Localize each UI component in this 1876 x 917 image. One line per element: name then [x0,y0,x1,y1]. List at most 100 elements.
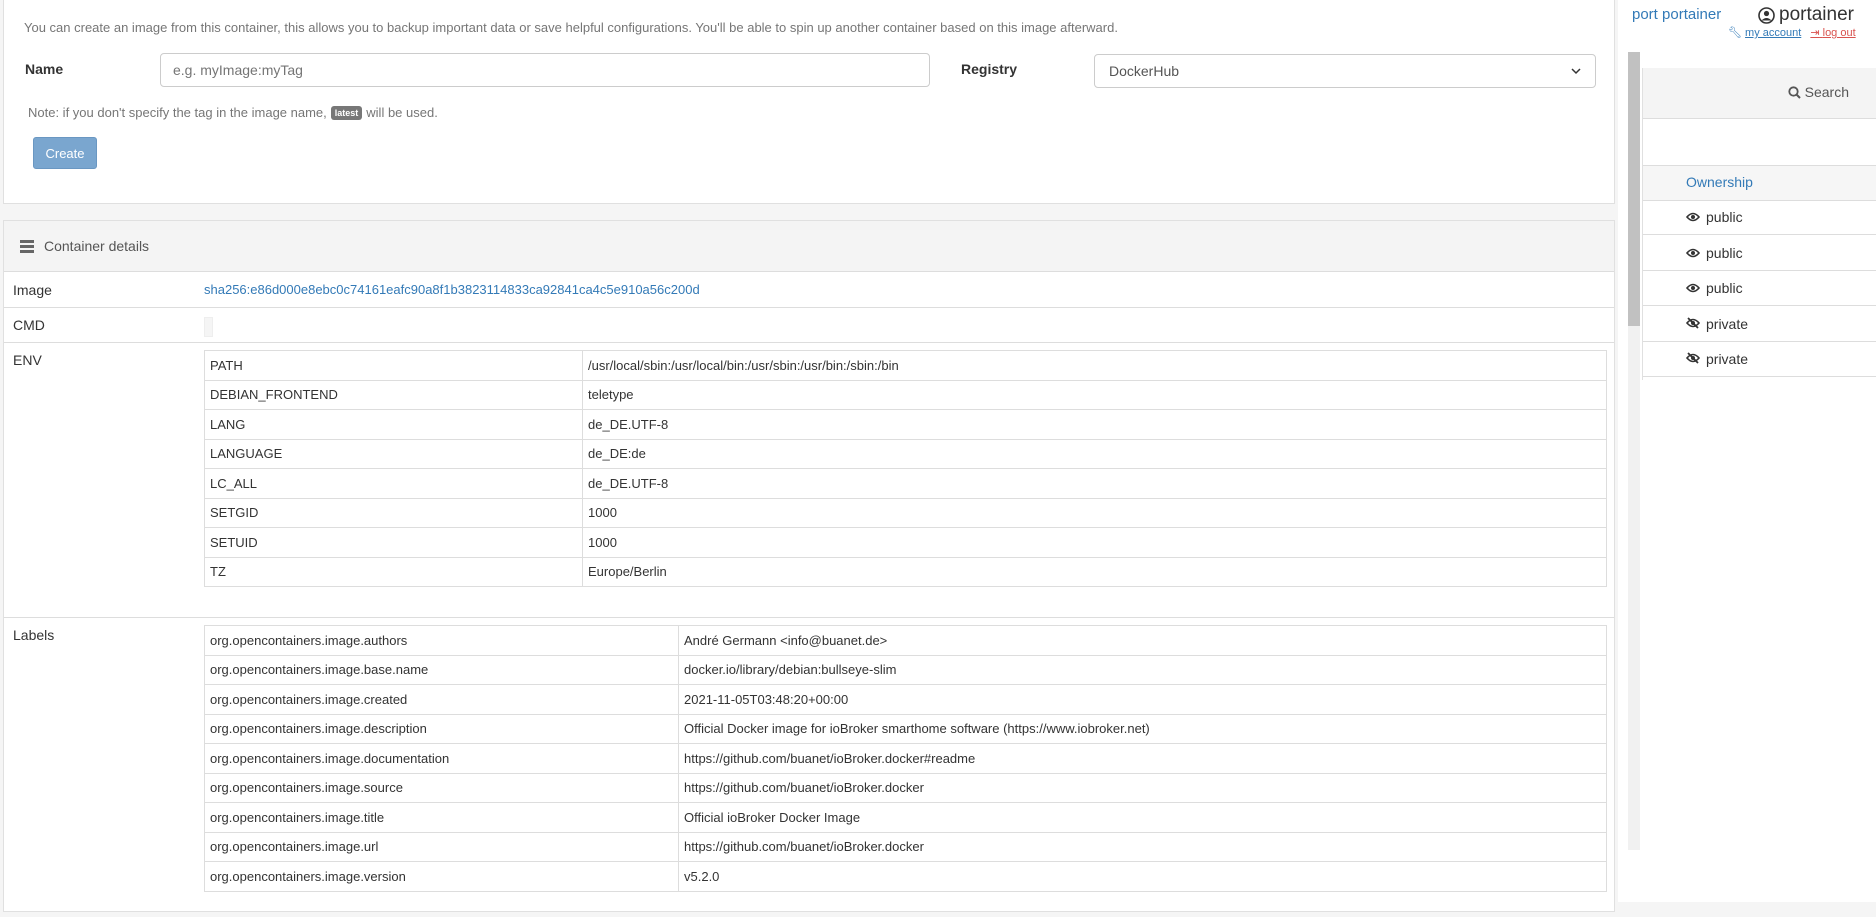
cmd-label: CMD [13,317,45,333]
env-key: LANGUAGE [204,438,583,469]
wrench-icon: 🔧︎ [1728,27,1742,39]
ownership-value: private [1706,351,1749,367]
ownership-value: public [1706,280,1743,296]
registry-selected-value: DockerHub [1109,63,1180,79]
support-portainer-link[interactable]: port portainer [1632,6,1721,23]
image-label: Image [13,282,52,298]
labels-label: Labels [13,627,55,643]
env-value: teletype [582,379,1607,410]
labels-row: org.opencontainers.image.authors André Ge… [204,625,1607,656]
ownership-value: public [1706,209,1743,225]
chevron-down-icon [1571,67,1581,74]
ownership-row: private [1643,307,1876,342]
env-value: Europe/Berlin [582,556,1607,587]
labels-value: André Germann <info@buanet.de> [678,625,1607,656]
labels-value: https://github.com/buanet/ioBroker.docke… [678,743,1607,774]
ownership-row: public [1643,236,1876,271]
env-value: 1000 [582,497,1607,528]
eye-icon [1685,209,1701,225]
env-value: de_DE:de [582,438,1607,469]
labels-table: org.opencontainers.image.authors André Ge… [204,625,1607,892]
container-details-title: Container details [44,238,150,254]
labels-row: org.opencontainers.image.source https://g… [204,772,1607,803]
labels-value: 2021-11-05T03:48:20+00:00 [678,684,1607,715]
env-key: TZ [204,556,583,587]
env-row: SETUID 1000 [204,527,1607,558]
list-icon [20,239,34,253]
registry-select[interactable]: DockerHub [1094,54,1596,88]
scrollbar-thumb[interactable] [1628,8,1640,326]
env-key: LANG [204,409,583,440]
latest-badge: latest [330,105,363,120]
access-panel-header: Search [1643,68,1876,119]
env-key: DEBIAN_FRONTEND [204,379,583,410]
note-suffix: will be used. [366,105,438,120]
labels-key: org.opencontainers.image.version [204,861,679,892]
search-label: Search [1804,84,1849,100]
brand-name: portainer [1779,4,1854,25]
scrollbar[interactable] [1628,0,1640,850]
labels-value: Official Docker image for ioBroker smart… [678,713,1607,744]
account-links: 🔧︎ my account ⇥ log out [1728,26,1856,39]
labels-row: org.opencontainers.image.url https://gith… [204,831,1607,862]
labels-value: https://github.com/buanet/ioBroker.docke… [678,831,1607,862]
labels-row: org.opencontainers.image.documentation ht… [204,743,1607,774]
env-key: SETGID [204,497,583,528]
ownership-header-label: Ownership [1686,174,1753,190]
create-button[interactable]: Create [33,137,97,169]
labels-key: org.opencontainers.image.description [204,713,679,744]
image-row: Image sha256:e86d000e8ebc0c74161eafc90a8… [4,272,1614,308]
my-account-link[interactable]: my account [1745,27,1801,39]
labels-key: org.opencontainers.image.url [204,831,679,862]
labels-value: docker.io/library/debian:bullseye-slim [678,654,1607,685]
labels-value: v5.2.0 [678,861,1607,892]
env-row: DEBIAN_FRONTEND teletype [204,379,1607,410]
note-prefix: Note: if you don't specify the tag in th… [28,105,327,120]
labels-key: org.opencontainers.image.title [204,802,679,833]
labels-value: Official ioBroker Docker Image [678,802,1607,833]
env-value: de_DE.UTF-8 [582,468,1607,499]
env-value: de_DE.UTF-8 [582,409,1607,440]
eye-slash-icon [1685,351,1701,367]
access-panel: Search Ownership public public public priva… [1642,68,1876,380]
ownership-row: public [1643,271,1876,306]
labels-value: https://github.com/buanet/ioBroker.docke… [678,772,1607,803]
search-icon [1788,85,1801,99]
env-row: TZ Europe/Berlin [204,556,1607,587]
eye-slash-icon [1685,316,1701,332]
env-row: ENV PATH/usr/local/sbin:/usr/local/bin:/… [4,342,1614,618]
image-name-input[interactable] [160,53,930,87]
ownership-column-header[interactable]: Ownership [1643,165,1876,201]
image-id-link[interactable]: sha256:e86d000e8ebc0c74161eafc90a8f1b382… [204,282,700,297]
cmd-value [204,317,213,337]
search-button[interactable]: Search [1788,84,1849,100]
env-value: 1000 [582,527,1607,558]
env-value: /usr/local/sbin:/usr/local/bin:/usr/sbin… [582,350,1607,381]
create-image-panel: You can create an image from this contai… [3,0,1615,204]
user-circle-icon [1758,6,1775,24]
ownership-value: private [1706,315,1749,332]
labels-key: org.opencontainers.image.base.name [204,654,679,685]
tag-note: Note: if you don't specify the tag in th… [28,105,438,120]
env-key: PATH [204,350,583,381]
env-table: PATH/usr/local/sbin:/usr/local/bin:/usr/… [204,350,1607,587]
labels-row: Labels org.opencontainers.image.authors A… [4,617,1614,917]
labels-key: org.opencontainers.image.documentation [204,743,679,774]
labels-row: org.opencontainers.image.description Offi… [204,713,1607,744]
env-row: SETGID 1000 [204,497,1607,528]
ownership-row: public [1643,200,1876,235]
container-details-header: Container details [4,221,1614,272]
labels-row: org.opencontainers.image.version v5.2.0 [204,861,1607,892]
eye-icon [1685,245,1701,261]
env-key: SETUID [204,527,583,558]
labels-row: org.opencontainers.image.title Official i… [204,802,1607,833]
name-label: Name [25,61,64,77]
create-image-intro: You can create an image from this contai… [24,20,1118,35]
labels-row: org.opencontainers.image.created 2021-11-… [204,684,1607,715]
env-row: LANG de_DE.UTF-8 [204,409,1607,440]
labels-key: org.opencontainers.image.authors [204,625,679,656]
env-row: LANGUAGE de_DE:de [204,438,1607,469]
log-out-link[interactable]: ⇥ log out [1810,27,1855,39]
sign-out-icon: ⇥ [1810,27,1820,39]
labels-row: org.opencontainers.image.base.name docker… [204,654,1607,685]
